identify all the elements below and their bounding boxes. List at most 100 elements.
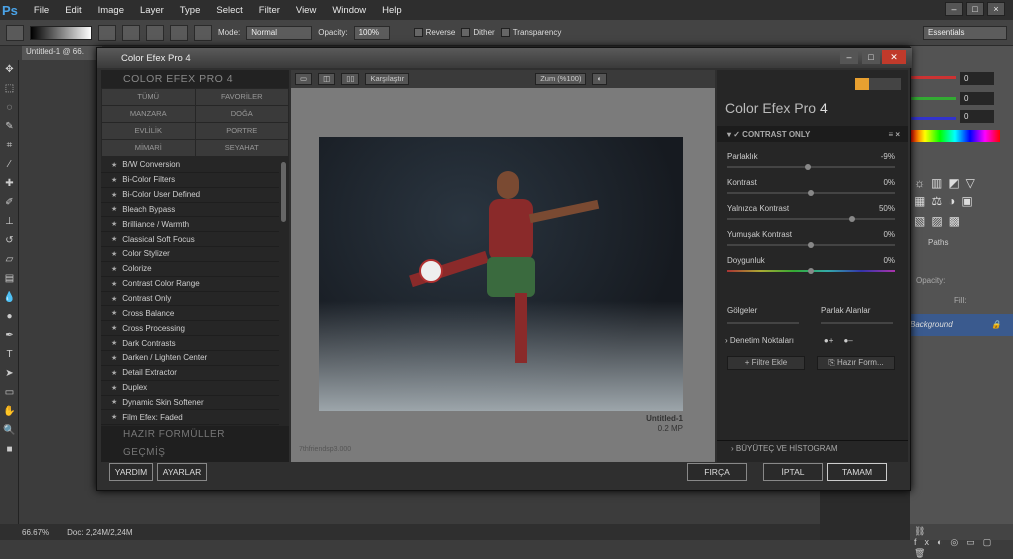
- category-travel[interactable]: SEYAHAT: [195, 140, 288, 156]
- eraser-tool-icon[interactable]: ▱: [0, 250, 19, 269]
- transparency-checkbox[interactable]: Transparency: [500, 28, 561, 38]
- menu-view[interactable]: View: [288, 5, 324, 16]
- menu-image[interactable]: Image: [90, 5, 132, 16]
- cancel-button[interactable]: İPTAL: [763, 463, 823, 481]
- blur-tool-icon[interactable]: 💧: [0, 288, 19, 307]
- slider-contrast-only[interactable]: Yalnızca Kontrast 50%: [727, 204, 897, 230]
- star-icon[interactable]: ★: [111, 265, 117, 273]
- star-icon[interactable]: ★: [111, 176, 117, 184]
- filter-item[interactable]: ★ Color Stylizer: [101, 247, 279, 262]
- opacity-field[interactable]: 100%: [353, 25, 390, 40]
- adjustment-icons-row3[interactable]: ▧▨▩: [914, 214, 966, 228]
- slider-knob[interactable]: [808, 242, 814, 248]
- star-icon[interactable]: ★: [111, 309, 117, 317]
- loupe-histogram-section[interactable]: › BÜYÜTEÇ VE HİSTOGRAM: [717, 440, 908, 456]
- add-filter-button[interactable]: + Filtre Ekle: [727, 356, 805, 370]
- star-icon[interactable]: ★: [111, 161, 117, 169]
- remove-control-point-icon[interactable]: ●–: [843, 336, 852, 345]
- control-points-row[interactable]: › Denetim Noktaları ●+ ●–: [725, 336, 853, 345]
- category-nature[interactable]: DOĞA: [195, 106, 288, 122]
- filter-header[interactable]: ▾ ✓ CONTRAST ONLY ≡ ×: [717, 126, 908, 142]
- star-icon[interactable]: ★: [111, 280, 117, 288]
- filter-item[interactable]: ★ B/W Conversion: [101, 158, 279, 173]
- slider-contrast[interactable]: Kontrast 0%: [727, 178, 897, 204]
- reverse-checkbox[interactable]: Reverse: [413, 28, 455, 38]
- zoom-select[interactable]: Zum (%100): [535, 73, 587, 85]
- slider-track[interactable]: [727, 218, 895, 220]
- close-button[interactable]: ×: [987, 2, 1005, 16]
- slider-knob[interactable]: [808, 190, 814, 196]
- quick-select-tool-icon[interactable]: ✎: [0, 117, 19, 136]
- filter-item[interactable]: ★ Cross Processing: [101, 321, 279, 337]
- shadows-slider[interactable]: [727, 322, 799, 324]
- adjustment-icons-row2[interactable]: ▦⚖◑▣: [914, 194, 979, 208]
- marquee-tool-icon[interactable]: ⬚: [0, 79, 19, 98]
- slider-knob[interactable]: [848, 216, 855, 222]
- layer-actions-bar[interactable]: ⛓fx◐◎▭▢🗑: [910, 524, 1013, 558]
- filter-item[interactable]: ★ Colorize: [101, 262, 279, 277]
- menu-filter[interactable]: Filter: [251, 5, 288, 16]
- star-icon[interactable]: ★: [111, 384, 117, 392]
- split-view-icon[interactable]: ◫: [318, 73, 336, 85]
- star-icon[interactable]: ★: [111, 398, 117, 406]
- dialog-close-button[interactable]: ✕: [882, 50, 906, 64]
- filter-list-scrollbar[interactable]: [281, 162, 286, 222]
- zoom-tool-icon[interactable]: 🔍: [0, 421, 19, 440]
- tool-preset-button[interactable]: [6, 24, 24, 41]
- minimize-button[interactable]: –: [945, 2, 963, 16]
- dialog-minimize-button[interactable]: –: [840, 50, 858, 64]
- shape-tool-icon[interactable]: ▭: [0, 383, 19, 402]
- adjustment-icons[interactable]: ☼▥◩▽: [914, 176, 981, 190]
- paths-tab[interactable]: Paths: [928, 238, 948, 247]
- brush-tool-icon[interactable]: ✐: [0, 193, 19, 212]
- menu-file[interactable]: File: [26, 5, 57, 16]
- path-select-icon[interactable]: ➤: [0, 364, 19, 383]
- star-icon[interactable]: ★: [111, 413, 117, 421]
- star-icon[interactable]: ★: [111, 191, 117, 199]
- close-filter-icon[interactable]: ≡ ×: [888, 130, 900, 139]
- star-icon[interactable]: ★: [111, 220, 117, 228]
- slider-saturation[interactable]: Doygunluk 0%: [727, 256, 897, 282]
- healing-tool-icon[interactable]: ✚: [0, 174, 19, 193]
- star-icon[interactable]: ★: [111, 235, 117, 243]
- red-value[interactable]: 0: [960, 72, 994, 85]
- highlights-slider[interactable]: [821, 322, 893, 324]
- settings-button[interactable]: AYARLAR: [157, 463, 207, 481]
- mode-select[interactable]: Normal: [246, 25, 313, 40]
- background-color-icon[interactable]: ◐: [592, 73, 608, 85]
- menu-help[interactable]: Help: [374, 5, 410, 16]
- category-portrait[interactable]: PORTRE: [195, 123, 288, 139]
- color-swatches-icon[interactable]: ■: [0, 440, 19, 459]
- star-icon[interactable]: ★: [111, 354, 117, 362]
- slider-soft-contrast[interactable]: Yumuşak Kontrast 0%: [727, 230, 897, 256]
- menu-window[interactable]: Window: [324, 5, 374, 16]
- star-icon[interactable]: ★: [111, 339, 117, 347]
- reflected-gradient-button[interactable]: [170, 24, 188, 41]
- green-value[interactable]: 0: [960, 92, 994, 105]
- color-spectrum[interactable]: [910, 130, 1000, 142]
- workspace-select[interactable]: Essentials: [923, 26, 1007, 40]
- preview-image[interactable]: [319, 137, 683, 411]
- help-button[interactable]: YARDIM: [109, 463, 153, 481]
- gradient-picker[interactable]: [30, 25, 92, 40]
- compare-button[interactable]: Karşılaştır: [365, 73, 410, 85]
- document-tab[interactable]: Untitled-1 @ 66.: [22, 46, 102, 60]
- filter-item[interactable]: ★ Dark Contrasts: [101, 336, 279, 351]
- filter-item[interactable]: ★ Classical Soft Focus: [101, 232, 279, 248]
- filter-item[interactable]: ★ Contrast Color Range: [101, 277, 279, 292]
- blue-value[interactable]: 0: [960, 110, 994, 123]
- move-tool-icon[interactable]: ✥: [0, 60, 19, 79]
- filter-item[interactable]: ★ Dynamic Skin Softener: [101, 396, 279, 411]
- star-icon[interactable]: ★: [111, 205, 117, 213]
- diamond-gradient-button[interactable]: [194, 24, 212, 41]
- filter-item[interactable]: ★ Darken / Lighten Center: [101, 351, 279, 366]
- filter-item[interactable]: ★ Bi-Color Filters: [101, 173, 279, 188]
- side-by-side-icon[interactable]: ▯▯: [341, 73, 360, 85]
- menu-layer[interactable]: Layer: [132, 5, 172, 16]
- category-favorites[interactable]: FAVORİLER: [195, 89, 288, 105]
- crop-tool-icon[interactable]: ⌗: [0, 136, 19, 155]
- slider-track[interactable]: [727, 166, 895, 168]
- filter-item[interactable]: ★ Film Efex: Faded: [101, 410, 279, 426]
- dialog-maximize-button[interactable]: □: [862, 50, 880, 64]
- dither-checkbox[interactable]: Dither: [461, 28, 495, 38]
